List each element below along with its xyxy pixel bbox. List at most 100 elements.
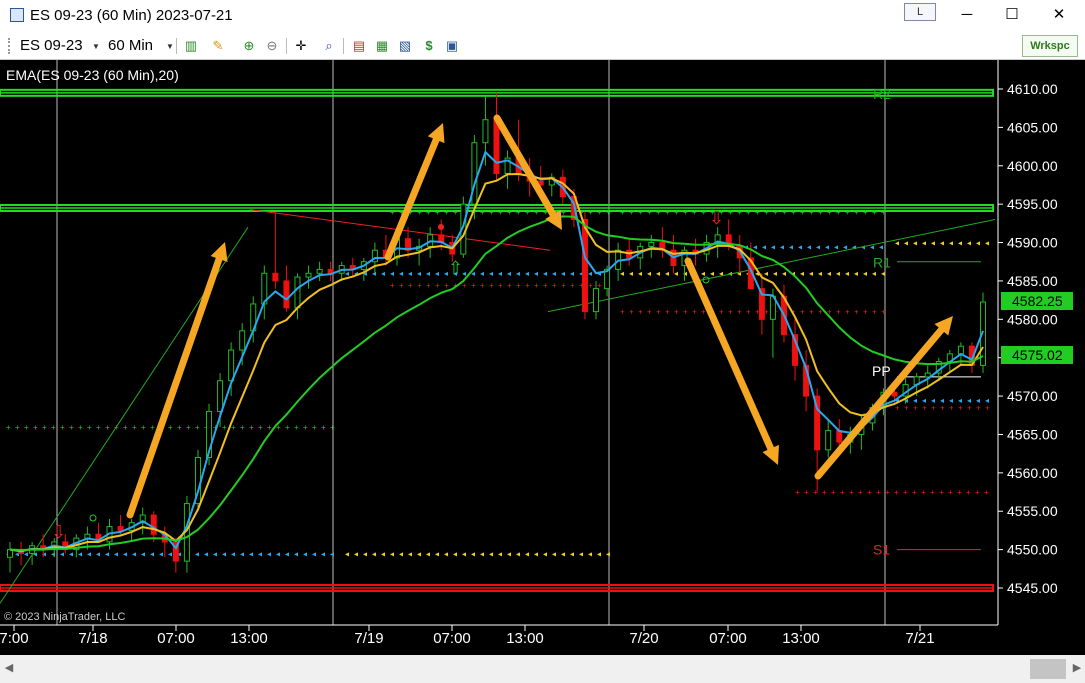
pivot-dot: ◂: [195, 549, 199, 558]
scroll-right-icon[interactable]: ▶: [1070, 661, 1084, 674]
pivot-dot: ◂: [507, 269, 511, 278]
pivot-dot: ◂: [213, 549, 217, 558]
time-tick-label: 13:00: [506, 630, 544, 647]
crosshair-icon[interactable]: ✛: [292, 37, 310, 55]
candle-body: [305, 272, 312, 278]
pivot-dot: +: [6, 423, 11, 432]
candle-body: [825, 430, 832, 451]
pivot-dot: ◂: [426, 269, 430, 278]
annotation-arrow: [384, 123, 445, 261]
horizontal-scrollbar[interactable]: ◀ ▶: [0, 655, 1085, 683]
magnify-icon[interactable]: ⌕: [320, 37, 338, 55]
pivot-dot: +: [656, 308, 661, 317]
time-tick-label: 7/18: [78, 630, 107, 647]
pivot-dot: +: [719, 308, 724, 317]
pivot-dot: ◂: [656, 269, 660, 278]
pivot-dot: ◂: [114, 549, 118, 558]
bar-style-icon[interactable]: ▥: [182, 37, 200, 55]
pivot-dot: +: [249, 423, 254, 432]
pivot-dot: +: [303, 423, 308, 432]
pivot-dot: ◂: [69, 549, 73, 558]
zoom-in-icon[interactable]: ⊕: [240, 37, 258, 55]
pivot-dot: +: [141, 423, 146, 432]
zoom-out-icon[interactable]: ⊖: [263, 37, 281, 55]
pivot-dot: +: [24, 423, 29, 432]
pivot-dot: ◂: [168, 549, 172, 558]
grid-lines: [56, 60, 886, 625]
maximize-button[interactable]: ☐: [997, 4, 1027, 26]
pivot-dot: +: [849, 488, 854, 497]
price-tick-label: 4550.00: [1007, 542, 1058, 558]
pivot-dot: +: [525, 208, 530, 217]
pivot-dot: +: [984, 488, 989, 497]
dollar-icon[interactable]: $: [420, 37, 438, 55]
annotation-arrow: [684, 257, 779, 465]
pivot-dot: +: [831, 488, 836, 497]
scrollbar-thumb[interactable]: [1030, 659, 1066, 679]
pivot-dot: ◂: [597, 549, 601, 558]
pivot-dot: ◂: [719, 269, 723, 278]
chart-canvas[interactable]: + + + + + + + + + + + + + + + + + + + + + + + + + + + + + + + + + + + + + ◂ ◂ ◂…: [0, 60, 1085, 655]
strategies-icon[interactable]: ▦: [373, 37, 391, 55]
period-dropdown-icon[interactable]: ▼: [166, 42, 174, 51]
pivot-dot: ◂: [498, 269, 502, 278]
pivot-dot: ◂: [222, 549, 226, 558]
pivot-dot: +: [872, 208, 877, 217]
pivot-dot: ◂: [399, 549, 403, 558]
pivot-dot: ◂: [240, 549, 244, 558]
scroll-left-icon[interactable]: ◀: [0, 661, 18, 674]
pivot-dot: ◂: [408, 549, 412, 558]
minimize-button[interactable]: ─: [952, 4, 982, 26]
pivot-dot: ◂: [312, 549, 316, 558]
pivot-dot: ◂: [771, 242, 775, 251]
close-button[interactable]: ✕: [1044, 4, 1074, 26]
price-chart[interactable]: + + + + + + + + + + + + + + + + + + + + + + + + + + + + + + + + + + + + + ◂ ◂ ◂…: [0, 60, 1085, 655]
pivot-dot: +: [975, 488, 980, 497]
pivot-dot: ◂: [561, 269, 565, 278]
pivot-dot: +: [168, 423, 173, 432]
pivot-dot: ◂: [408, 269, 412, 278]
pivot-dot: ◂: [931, 239, 935, 248]
properties-icon[interactable]: ▣: [443, 37, 461, 55]
candle-body: [117, 526, 124, 531]
instrument-dropdown-icon[interactable]: ▼: [92, 42, 100, 51]
pivot-dot: +: [804, 488, 809, 497]
pivot-dot: +: [949, 404, 954, 413]
pivot-dot: ◂: [638, 269, 642, 278]
indicators-icon[interactable]: ▤: [350, 37, 368, 55]
signal-dot: [438, 224, 444, 230]
workspace-button[interactable]: Wrkspc: [1022, 35, 1078, 57]
chart-trader-icon[interactable]: ▧: [396, 37, 414, 55]
pivot-dot: ◂: [249, 549, 253, 558]
link-button[interactable]: L: [904, 3, 936, 21]
pivot-dot: +: [42, 423, 47, 432]
pivot-dot: +: [408, 281, 413, 290]
arrow-shaft: [126, 255, 223, 519]
period-selector[interactable]: 60 Min: [108, 37, 153, 54]
pivot-dot: +: [701, 308, 706, 317]
pivot-dot: +: [258, 423, 263, 432]
pivot-dot: ◂: [96, 549, 100, 558]
pivot-dot: ◂: [967, 239, 971, 248]
pivot-dot: +: [60, 423, 65, 432]
instrument-selector[interactable]: ES 09-23: [20, 37, 83, 54]
pivot-dot: ◂: [516, 549, 520, 558]
pivot-dot: ◂: [417, 549, 421, 558]
pivot-dot: +: [498, 208, 503, 217]
candle-body: [283, 280, 290, 309]
pivot-dot: +: [570, 281, 575, 290]
pivot-dot: +: [647, 308, 652, 317]
draw-pencil-icon[interactable]: ✎: [209, 37, 227, 55]
pivot-dot: +: [822, 488, 827, 497]
pivot-dot: ◂: [543, 269, 547, 278]
chart-toolbar: ES 09-23 ▼ 60 Min ▼ ▥ ✎ ⊕ ⊖ ✛ ⌕ ▤ ▦ ▧ $ …: [0, 32, 1085, 60]
time-tick-label: 13:00: [230, 630, 268, 647]
pivot-dot: ◂: [480, 549, 484, 558]
pivot-dot: +: [480, 281, 485, 290]
chart-window-icon: [10, 8, 24, 22]
pivot-dot: ◂: [606, 549, 610, 558]
pivot-dot: +: [96, 423, 101, 432]
pivot-dot: ◂: [480, 269, 484, 278]
pivot-dot: ◂: [462, 549, 466, 558]
candle-body: [836, 430, 843, 443]
